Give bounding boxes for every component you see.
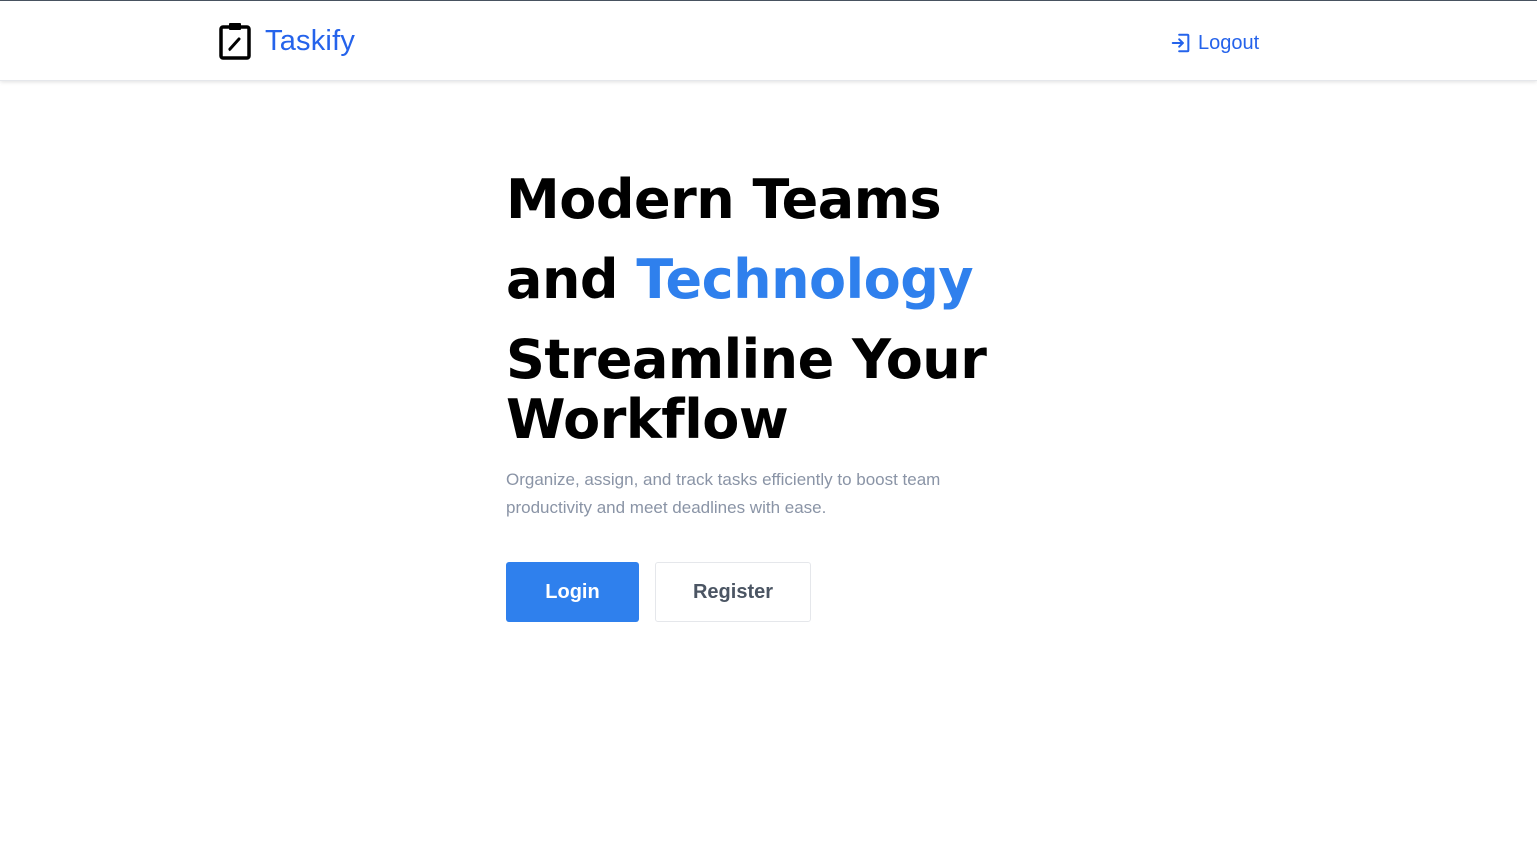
brand-link[interactable]: Taskify (219, 21, 355, 61)
hero-title-line-3: Streamline Your (506, 328, 987, 391)
brand-name: Taskify (265, 24, 356, 57)
hero-title-line-4: Workflow (506, 388, 789, 451)
login-button[interactable]: Login (506, 562, 639, 622)
hero-actions: Login Register (506, 562, 986, 622)
clipboard-edit-icon (219, 22, 251, 60)
hero-title: Modern Teams and Technology Streamline Y… (506, 160, 987, 451)
logout-link[interactable]: Logout (1170, 29, 1259, 57)
sign-in-arrow-icon (1170, 32, 1192, 54)
hero-section: Modern Teams and Technology Streamline Y… (506, 160, 987, 622)
hero-subtitle: Organize, assign, and track tasks effici… (506, 470, 941, 517)
navbar: Taskify Logout (0, 1, 1537, 81)
register-button[interactable]: Register (655, 562, 811, 622)
hero-title-line-2: and Technology (506, 240, 986, 320)
hero-title-line-1: Modern Teams (506, 168, 942, 231)
hero-title-accent: Technology (636, 248, 974, 311)
logout-label: Logout (1198, 31, 1260, 54)
hero-title-line-2-prefix: and (506, 248, 637, 311)
